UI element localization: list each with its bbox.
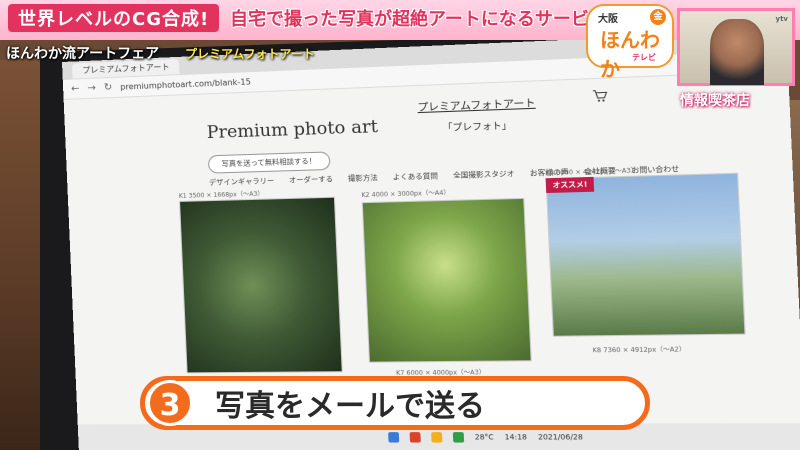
headline-left: 世界レベルのCG合成! [8,4,220,32]
weather-temp[interactable]: 28°C [475,433,494,441]
site-title[interactable]: Premium photo art [206,117,378,144]
site-center-title[interactable]: プレミアムフォトアート [405,94,548,115]
picture-in-picture: ytv [677,8,795,86]
chrome-app-icon[interactable] [452,432,465,443]
pdf-app-icon[interactable] [409,432,421,443]
logo-top-text: 大阪 [598,14,618,25]
gallery-photo[interactable] [179,196,343,374]
logo-badge: 金 [650,9,666,25]
clock-time[interactable]: 14:18 [505,433,528,441]
step-number: 3 [147,380,193,426]
segment-title: ほんわか流アートフェア [6,46,160,62]
channel-watermark: ytv [775,15,788,23]
clock-date[interactable]: 2021/06/28 [538,433,583,441]
reload-icon[interactable]: ↻ [104,82,113,93]
browser-app-icon[interactable] [388,432,400,443]
site-center-subtitle: 「プレフォト」 [442,121,512,135]
headline-right: 自宅で撮った写真が超絶アートになるサービス [230,9,607,30]
back-arrow-icon[interactable]: ← [71,83,80,94]
pip-person [710,19,764,85]
show-logo: 大阪 金 ほんわか テレビ [586,4,674,81]
free-consult-button[interactable]: 写真を送って無料相談する！ [207,151,331,174]
step-caption: 3 写真をメールで送る [140,376,650,430]
segment-subtitle: プレミアムフォトアート [185,47,315,61]
forward-arrow-icon[interactable]: → [87,83,96,94]
pip-caption: 情報喫茶店 [680,93,750,109]
gallery-photo[interactable] [545,172,746,337]
cart-icon[interactable] [592,89,608,102]
folder-app-icon[interactable] [431,432,443,443]
recommend-badge: オススメ! [545,176,595,194]
gallery-photo[interactable] [361,197,532,363]
logo-sub-text: テレビ [632,53,656,62]
photo-label: K8 7360 × 4912px（〜A2） [592,346,686,355]
url-text[interactable]: premiumphotoart.com/blank-15 [120,77,251,91]
step-text: 写真をメールで送る [215,389,485,424]
photo-label: K2 4000 × 3000px（〜A4） [361,189,451,200]
